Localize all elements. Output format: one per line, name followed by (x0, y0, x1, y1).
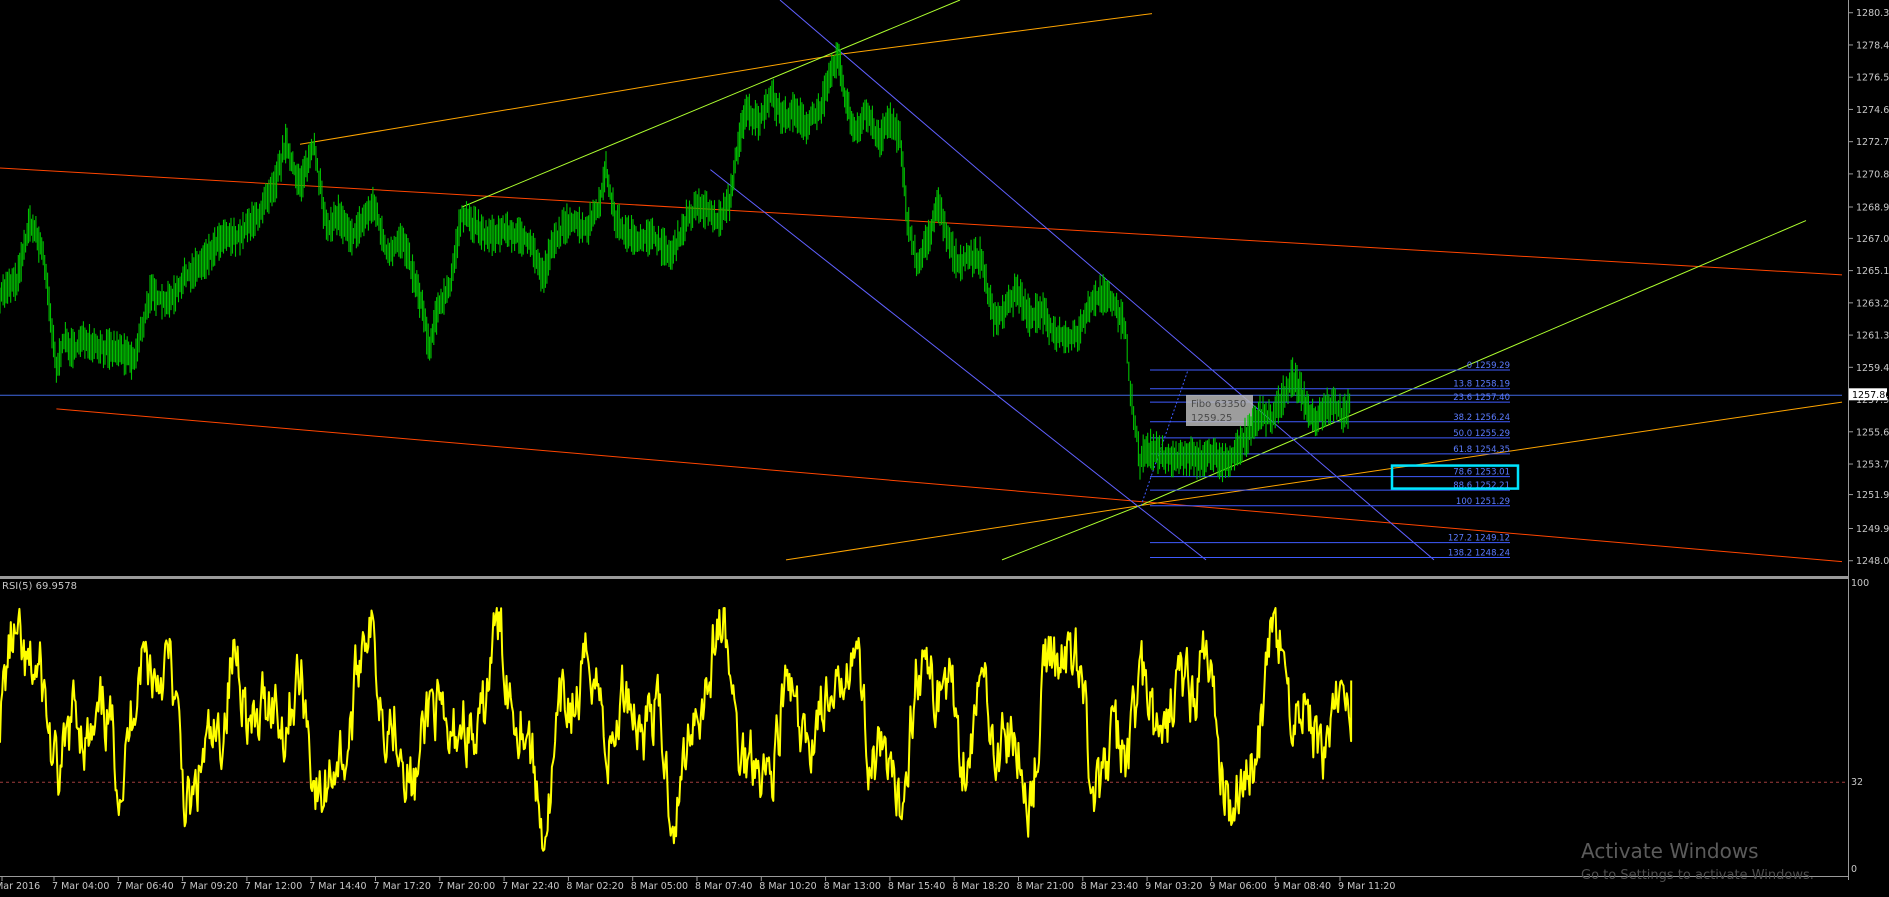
time-axis-label: 8 Mar 23:40 (1081, 881, 1138, 892)
watermark-title: Activate Windows (1581, 839, 1759, 863)
fibo-level-label: 127.2 1249.12 (1448, 534, 1510, 544)
fibo-level-label: 78.6 1253.01 (1453, 468, 1510, 478)
fibo-tooltip: Fibo 63350 1259.25 (1186, 395, 1253, 426)
price-axis-label: 1272.75 (1856, 137, 1889, 148)
time-axis-label: 9 Mar 11:20 (1338, 881, 1395, 892)
price-axis-label: 1249.95 (1856, 524, 1889, 535)
rsi-axis-label: 32 (1851, 777, 1863, 788)
time-axis-label: 8 Mar 05:00 (631, 881, 688, 892)
time-axis-label: 7 Mar 20:00 (438, 881, 495, 892)
fibo-tooltip-price: 1259.25 (1191, 413, 1232, 424)
price-axis-label: 1276.55 (1856, 73, 1889, 84)
time-axis-label: 9 Mar 08:40 (1274, 881, 1331, 892)
time-axis-label: 7 Mar 2016 (0, 881, 40, 892)
price-axis-label: 1274.65 (1856, 105, 1889, 116)
fibo-level-label: 0 1259.29 (1467, 361, 1510, 371)
fibo-level-label: 23.6 1257.40 (1453, 393, 1510, 403)
time-axis-label: 9 Mar 06:00 (1209, 881, 1266, 892)
price-axis-label: 1267.05 (1856, 234, 1889, 245)
time-axis-label: 8 Mar 15:40 (888, 881, 945, 892)
time-axis-label: 7 Mar 14:40 (309, 881, 366, 892)
fibo-level-label: 61.8 1254.35 (1453, 445, 1510, 455)
chart-background (0, 0, 1889, 897)
fibo-level-label: 100 1251.29 (1456, 497, 1510, 507)
price-axis-label: 1268.90 (1856, 202, 1889, 213)
price-axis-label: 1270.85 (1856, 169, 1889, 180)
fibo-level-label: 13.8 1258.19 (1453, 380, 1510, 390)
fibo-level-label: 50.0 1255.29 (1453, 429, 1510, 439)
time-axis-label: 7 Mar 22:40 (502, 881, 559, 892)
current-price-tag: 1257.86 (1849, 388, 1889, 401)
time-axis-label: 8 Mar 21:00 (1017, 881, 1074, 892)
price-axis-label: 1255.65 (1856, 427, 1889, 438)
time-axis-label: 7 Mar 06:40 (116, 881, 173, 892)
price-axis-label: 1248.05 (1856, 556, 1889, 567)
time-axis-label: 7 Mar 12:00 (245, 881, 302, 892)
price-axis-label: 1280.35 (1856, 8, 1889, 19)
time-axis-label: 8 Mar 10:20 (759, 881, 816, 892)
time-axis-label: 8 Mar 18:20 (952, 881, 1009, 892)
time-axis-label: 9 Mar 03:20 (1145, 881, 1202, 892)
time-axis-label: 7 Mar 09:20 (181, 881, 238, 892)
rsi-axis-label: 100 (1851, 578, 1869, 589)
time-axis-label: 8 Mar 13:00 (824, 881, 881, 892)
price-axis-label: 1261.35 (1856, 331, 1889, 342)
time-axis-label: 8 Mar 07:40 (695, 881, 752, 892)
watermark-subtitle: Go to Settings to activate Windows. (1581, 868, 1814, 883)
fibo-level-label: 38.2 1256.24 (1453, 413, 1510, 423)
price-axis-label: 1253.75 (1856, 460, 1889, 471)
rsi-axis-label: 0 (1851, 864, 1857, 875)
price-axis-label: 1251.95 (1856, 490, 1889, 501)
price-axis-label: 1265.15 (1856, 266, 1889, 277)
time-axis-label: 7 Mar 17:20 (374, 881, 431, 892)
trading-chart[interactable]: 0 1259.29 13.8 1258.19 23.6 1257.40 38.2 12… (0, 0, 1889, 897)
current-price-label: 1257.86 (1852, 390, 1889, 401)
rsi-indicator-label: RSI(5) 69.9578 (2, 581, 77, 592)
fibo-level-label: 138.2 1248.24 (1448, 549, 1510, 559)
price-axis-label: 1278.45 (1856, 40, 1889, 51)
price-axis-label: 1259.45 (1856, 363, 1889, 374)
time-axis-label: 7 Mar 04:00 (52, 881, 109, 892)
price-axis-label: 1263.25 (1856, 298, 1889, 309)
fibo-tooltip-name: Fibo 63350 (1191, 399, 1246, 410)
time-axis-label: 8 Mar 02:20 (566, 881, 623, 892)
